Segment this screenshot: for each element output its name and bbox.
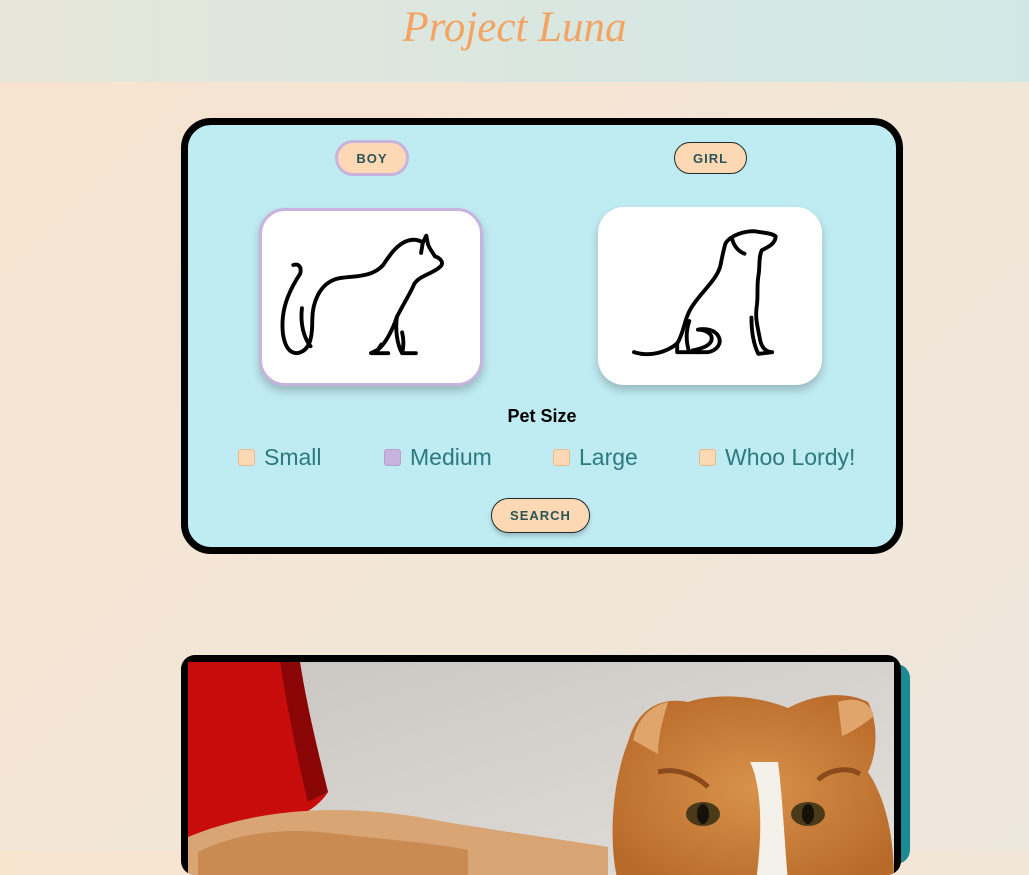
site-header: Project Luna <box>0 0 1029 82</box>
search-panel: BOY GIRL Pet Size Small Medium Large Who… <box>181 118 903 554</box>
cat-option-card[interactable] <box>259 208 483 386</box>
size-label-large: Large <box>579 443 638 470</box>
girl-button[interactable]: GIRL <box>674 142 747 174</box>
whoo-lordy-checkbox[interactable] <box>699 448 716 466</box>
size-label-small: Small <box>264 443 322 470</box>
site-title: Project Luna <box>402 4 627 51</box>
size-option-medium[interactable]: Medium <box>384 442 492 472</box>
medium-checkbox[interactable] <box>384 448 401 466</box>
boy-button[interactable]: BOY <box>335 140 409 176</box>
size-option-whoo-lordy[interactable]: Whoo Lordy! <box>699 442 855 472</box>
size-label-medium: Medium <box>410 443 492 470</box>
cat-photo <box>188 662 894 875</box>
result-card[interactable] <box>181 655 901 875</box>
large-checkbox[interactable] <box>553 448 570 466</box>
dog-option-card[interactable] <box>598 207 822 385</box>
size-label-whoo-lordy: Whoo Lordy! <box>725 443 856 470</box>
dog-silhouette-icon <box>632 229 778 357</box>
size-option-large[interactable]: Large <box>553 442 638 472</box>
search-button[interactable]: SEARCH <box>491 498 590 533</box>
small-checkbox[interactable] <box>238 448 255 466</box>
size-option-small[interactable]: Small <box>238 442 322 472</box>
cat-silhouette-icon <box>280 233 444 356</box>
pet-size-heading: Pet Size <box>507 406 577 426</box>
